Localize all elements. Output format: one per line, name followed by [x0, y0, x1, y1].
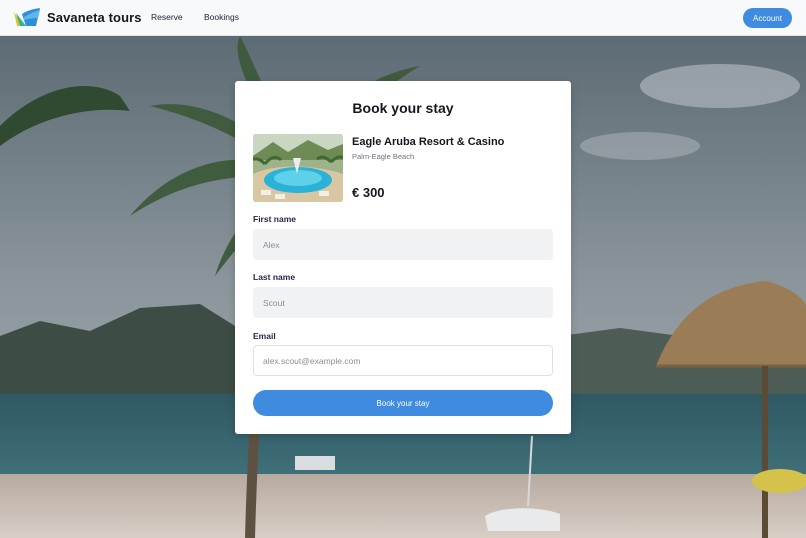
email-input[interactable] — [253, 345, 553, 376]
first-name-input[interactable] — [253, 229, 553, 260]
brand-name[interactable]: Savaneta tours — [47, 10, 142, 25]
first-name-label: First name — [253, 214, 296, 224]
hotel-price: € 300 — [352, 185, 385, 200]
account-button[interactable]: Account — [743, 8, 792, 28]
last-name-input[interactable] — [253, 287, 553, 318]
hotel-photo — [253, 134, 343, 202]
book-your-stay-button[interactable]: Book your stay — [253, 390, 553, 416]
nav-reserve-link[interactable]: Reserve — [151, 12, 183, 22]
savaneta-logo-icon[interactable] — [14, 8, 40, 26]
hotel-name: Eagle Aruba Resort & Casino — [352, 136, 505, 148]
last-name-label: Last name — [253, 272, 296, 282]
booking-title: Book your stay — [352, 100, 454, 116]
top-navbar: Savaneta tours Reserve Bookings Account — [0, 0, 806, 36]
hotel-location: Palm-Eagle Beach — [352, 152, 415, 161]
email-label: Email — [253, 331, 276, 341]
booking-card: Book your stay Eagle Aruba Resort & Casi… — [235, 81, 571, 434]
nav-bookings-link[interactable]: Bookings — [204, 12, 239, 22]
